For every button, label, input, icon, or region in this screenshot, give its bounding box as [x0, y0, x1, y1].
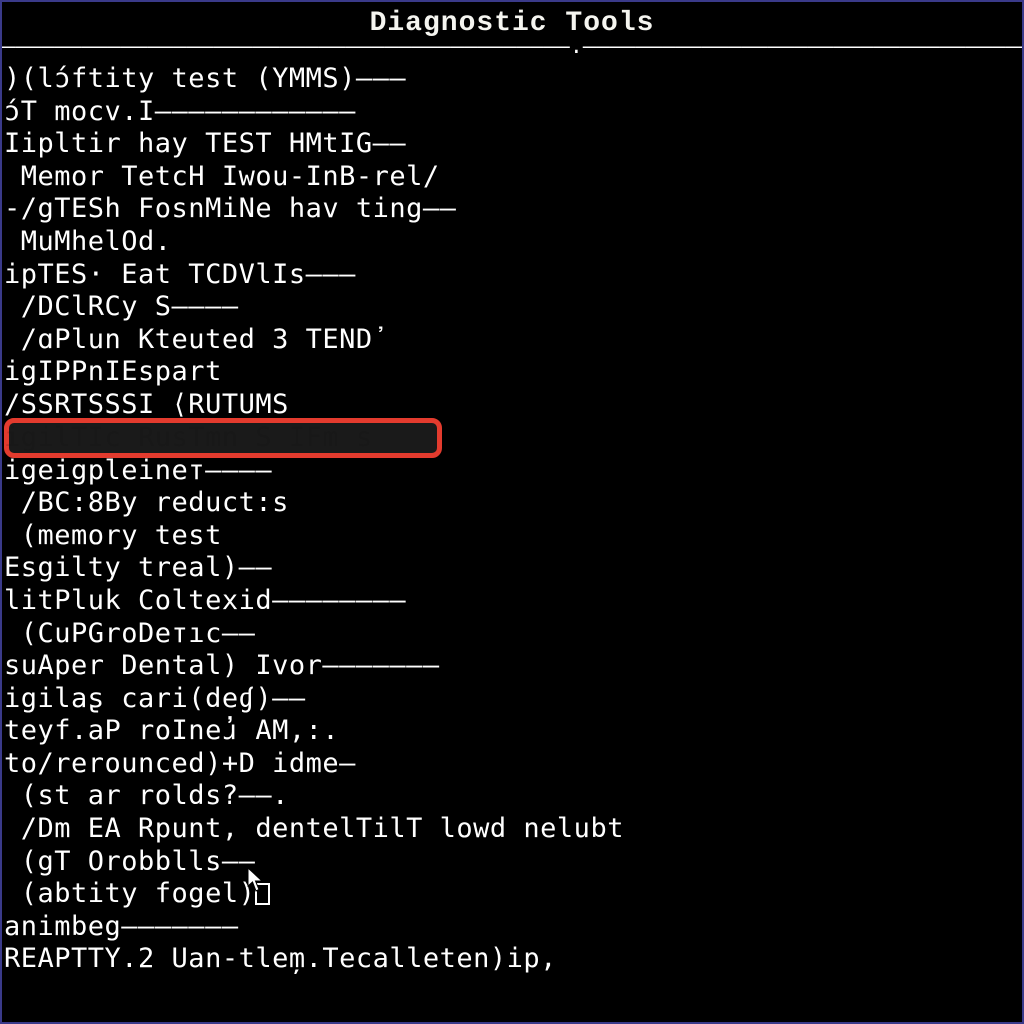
- list-item-label: (abtity fogel): [4, 878, 255, 909]
- list-item[interactable]: igIPPnIEspart: [4, 356, 1022, 389]
- menu-list[interactable]: )(lɔ́ftity test (YMMS)——— ɔ́T mocv.I————…: [2, 55, 1022, 976]
- list-item[interactable]: Memor TetcH Iwou-InB-rel/: [4, 161, 1022, 194]
- terminal-screen: Diagnostic Tools ———————————————————————…: [0, 0, 1024, 1024]
- list-item[interactable]: )(lɔ́ftity test (YMMS)———: [4, 63, 1022, 96]
- list-item[interactable]: (st ar rolds?——.: [4, 780, 1022, 813]
- list-item[interactable]: to/rerounced)+D idme—: [4, 748, 1022, 781]
- list-item[interactable]: teyf.aP roIneɹ̓ AM,:.: [4, 715, 1022, 748]
- selected-item-label: igilTIc RusTmn S IFm s: [4, 422, 1022, 455]
- list-item[interactable]: suAper Dental) Ivor———————: [4, 650, 1022, 683]
- list-item[interactable]: ipTES· Eat TCDVlIs———: [4, 259, 1022, 292]
- list-item[interactable]: MuMhelOd.: [4, 226, 1022, 259]
- list-item[interactable]: (CuPGroDeтıс——: [4, 618, 1022, 651]
- list-item[interactable]: (gT Orobblls——: [4, 846, 1022, 879]
- selected-item[interactable]: igilTIc RusTmn S IFm s: [4, 422, 1022, 455]
- list-item[interactable]: /ɑPlun Kteuted 3 TEND᾽: [4, 324, 1022, 357]
- text-cursor-box: [255, 883, 270, 905]
- list-item[interactable]: litPluk Coltexid————————: [4, 585, 1022, 618]
- title-divider: ————————————————————————————————————————…: [2, 41, 1022, 55]
- list-item-label: (gT Orobblls——: [4, 846, 255, 877]
- list-item[interactable]: igeigpleineт————: [4, 455, 1022, 488]
- list-item[interactable]: Iipltir hay TEST HMtIG——: [4, 128, 1022, 161]
- list-item[interactable]: /SSRTSSSI ⟨RUTUMS: [4, 389, 1022, 422]
- list-item[interactable]: Esgilty treal)——: [4, 552, 1022, 585]
- list-item[interactable]: ɔ́T mocv.I————————————: [4, 96, 1022, 129]
- list-item[interactable]: -/gTESh FosnMiNe hav ting——: [4, 193, 1022, 226]
- list-item[interactable]: animbeg———————: [4, 911, 1022, 944]
- list-item[interactable]: (memory test: [4, 520, 1022, 553]
- page-title: Diagnostic Tools: [2, 2, 1022, 41]
- list-item[interactable]: REAPTTY.2 Uan-tlem̦.Tecalleten)ip,: [4, 943, 1022, 976]
- list-item[interactable]: /Dm EA Rpunt, dentelTilT lowd nelubt: [4, 813, 1022, 846]
- list-item[interactable]: igilaʂ cari(deɠ)——: [4, 683, 1022, 716]
- list-item[interactable]: /DClRCy S————: [4, 291, 1022, 324]
- list-item[interactable]: /BC:8By reduct:s: [4, 487, 1022, 520]
- list-item[interactable]: (abtity fogel): [4, 878, 1022, 911]
